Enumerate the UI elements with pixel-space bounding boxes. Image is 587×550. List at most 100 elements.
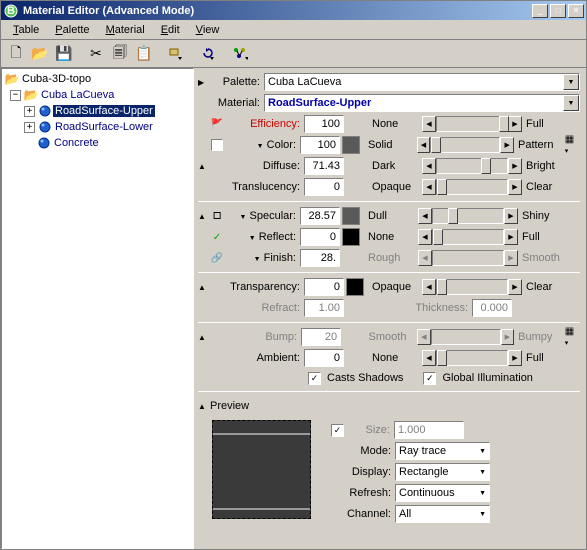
bump-input <box>301 328 341 346</box>
casts-shadows-checkbox[interactable]: ✓ <box>308 372 321 385</box>
reflect-swatch[interactable] <box>342 228 360 246</box>
ambient-input[interactable] <box>304 349 344 367</box>
slider-right-icon[interactable]: ▶ <box>508 158 522 174</box>
reflect-slider[interactable] <box>432 229 504 245</box>
tree-panel[interactable]: 📂 Cuba-3D-topo − 📂 Cuba LaCueva + RoadSu… <box>1 68 194 549</box>
tree-palette[interactable]: − 📂 Cuba LaCueva <box>4 87 191 103</box>
size-checkbox[interactable]: ✓ <box>331 424 344 437</box>
paste-icon[interactable]: 📋 <box>133 43 155 65</box>
slider-right-icon[interactable]: ▶ <box>504 208 518 224</box>
tree-collapse-icon[interactable]: − <box>10 90 21 101</box>
graph-dropdown-icon[interactable] <box>229 43 251 65</box>
diffuse-slider[interactable] <box>436 158 508 174</box>
slider-left-icon[interactable]: ◀ <box>422 158 436 174</box>
reflect-input[interactable] <box>300 228 340 246</box>
menu-table[interactable]: Table <box>5 22 47 38</box>
slider-left-icon[interactable]: ◀ <box>422 179 436 195</box>
chevron-down-icon[interactable]: ▼ <box>563 95 579 111</box>
slider-right-icon[interactable]: ▶ <box>508 116 522 132</box>
cube-icon: 🞐 <box>210 211 224 222</box>
new-icon[interactable]: 🗋 <box>5 43 27 65</box>
efficiency-input[interactable] <box>304 115 344 133</box>
slider-left-icon[interactable]: ◀ <box>418 208 432 224</box>
folder-open-icon: 📂 <box>4 72 20 86</box>
diffuse-input[interactable] <box>304 157 344 175</box>
titlebar: B Material Editor (Advanced Mode) _ □ ✕ <box>1 1 586 20</box>
app-icon: B <box>3 3 19 19</box>
material-combo[interactable]: RoadSurface-Upper ▼ <box>264 94 580 112</box>
color-swatch[interactable] <box>342 136 360 154</box>
collapse-arrow-icon[interactable]: ▲ <box>198 212 210 221</box>
slider-left-icon[interactable]: ◀ <box>422 116 436 132</box>
palette-combo[interactable]: Cuba LaCueva ▼ <box>264 73 580 91</box>
color-slider[interactable] <box>430 137 500 153</box>
copy-icon[interactable]: 🗐 <box>109 43 131 65</box>
slider-right-icon[interactable]: ▶ <box>508 279 522 295</box>
menu-material[interactable]: Material <box>98 22 153 38</box>
menu-view[interactable]: View <box>188 22 228 38</box>
ambient-slider[interactable] <box>436 350 508 366</box>
chevron-down-icon: ▼ <box>476 490 489 497</box>
menubar: Table Palette Material Edit View <box>1 20 586 40</box>
slider-right-icon[interactable]: ▶ <box>500 137 514 153</box>
close-button[interactable]: ✕ <box>568 4 584 18</box>
slider-left-icon: ◀ <box>418 250 432 266</box>
chevron-down-icon: ▼ <box>476 469 489 476</box>
pattern-dropdown-icon[interactable]: ▦ ▾ <box>565 134 580 156</box>
bump-dropdown-icon[interactable]: ▦ ▾ <box>565 326 580 348</box>
tree-expand-icon[interactable]: + <box>24 106 35 117</box>
specular-input[interactable] <box>300 207 340 225</box>
transparency-input[interactable] <box>304 278 344 296</box>
collapse-arrow-icon[interactable]: ▲ <box>198 333 210 342</box>
slider-left-icon[interactable]: ◀ <box>417 137 431 153</box>
menu-palette[interactable]: Palette <box>47 22 97 38</box>
collapse-arrow-icon[interactable]: ▲ <box>198 402 210 411</box>
folder-open-icon: 📂 <box>23 88 39 102</box>
window-title: Material Editor (Advanced Mode) <box>23 5 530 17</box>
refresh-dropdown-icon[interactable] <box>197 43 219 65</box>
slider-right-icon[interactable]: ▶ <box>508 179 522 195</box>
tree-expand-icon[interactable]: + <box>24 122 35 133</box>
chevron-down-icon[interactable]: ▼ <box>563 74 579 90</box>
efficiency-slider[interactable] <box>436 116 508 132</box>
menu-edit[interactable]: Edit <box>153 22 188 38</box>
tree-item[interactable]: + RoadSurface-Lower <box>4 119 191 135</box>
slider-right-icon[interactable]: ▶ <box>504 229 518 245</box>
check-icon: ✓ <box>210 232 224 243</box>
cut-icon[interactable]: ✂ <box>85 43 107 65</box>
slider-left-icon[interactable]: ◀ <box>422 279 436 295</box>
maximize-button[interactable]: □ <box>550 4 566 18</box>
tree-root[interactable]: 📂 Cuba-3D-topo <box>4 71 191 87</box>
specular-swatch[interactable] <box>342 207 360 225</box>
tree-item[interactable]: + RoadSurface-Upper <box>4 103 191 119</box>
slider-left-icon[interactable]: ◀ <box>418 229 432 245</box>
mode-combo[interactable]: Ray trace▼ <box>395 442 490 460</box>
translucency-slider[interactable] <box>436 179 508 195</box>
import-dropdown-icon[interactable] <box>165 43 187 65</box>
collapse-arrow-icon[interactable]: ▲ <box>198 283 210 292</box>
transparency-swatch[interactable] <box>346 278 364 296</box>
save-icon[interactable]: 💾 <box>53 43 75 65</box>
refresh-combo[interactable]: Continuous▼ <box>395 484 490 502</box>
global-illum-checkbox[interactable]: ✓ <box>423 372 436 385</box>
collapse-arrow-icon[interactable]: ▶ <box>198 78 210 87</box>
chevron-down-icon: ▼ <box>476 448 489 455</box>
translucency-input[interactable] <box>304 178 344 196</box>
finish-input[interactable] <box>300 249 340 267</box>
flag-icon: 🚩 <box>210 119 224 130</box>
collapse-arrow-icon[interactable]: ▲ <box>198 162 210 171</box>
display-combo[interactable]: Rectangle▼ <box>395 463 490 481</box>
specular-slider[interactable] <box>432 208 504 224</box>
color-input[interactable] <box>300 136 340 154</box>
slider-left-icon[interactable]: ◀ <box>422 350 436 366</box>
link-icon: 🔗 <box>210 253 224 264</box>
toolbar: 🗋 📂 💾 ✂ 🗐 📋 <box>1 40 586 68</box>
minimize-button[interactable]: _ <box>532 4 548 18</box>
tree-item[interactable]: Concrete <box>4 135 191 151</box>
channel-combo[interactable]: All▼ <box>395 505 490 523</box>
color-checkbox[interactable] <box>211 139 223 151</box>
svg-text:B: B <box>7 5 15 17</box>
slider-right-icon[interactable]: ▶ <box>508 350 522 366</box>
open-icon[interactable]: 📂 <box>29 43 51 65</box>
transparency-slider[interactable] <box>436 279 508 295</box>
